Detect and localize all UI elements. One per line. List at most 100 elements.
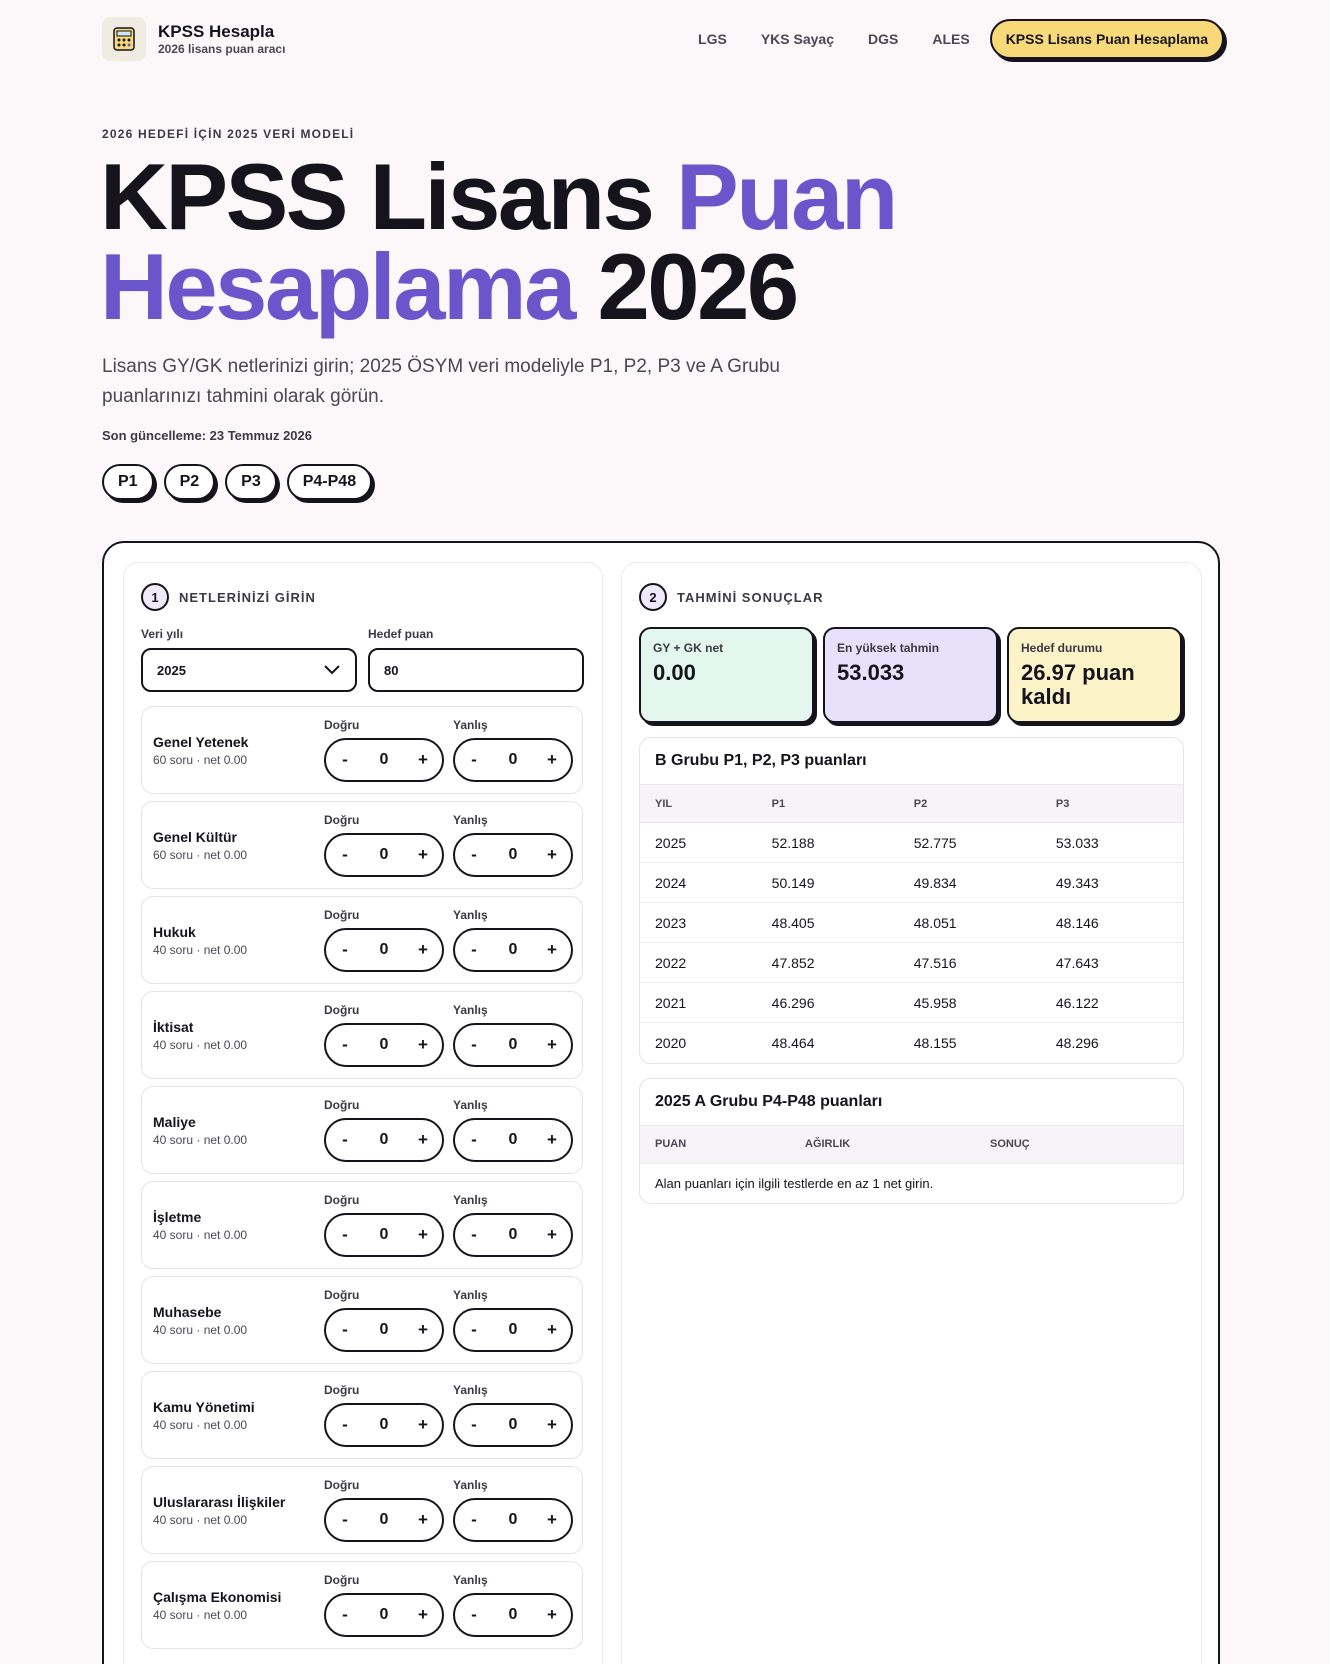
chip-p3[interactable]: P3 bbox=[225, 464, 277, 500]
minus-button[interactable]: - bbox=[338, 1320, 352, 1340]
wrong-stepper: - 0 + bbox=[453, 738, 573, 782]
correct-value[interactable]: 0 bbox=[380, 1226, 389, 1244]
plus-button[interactable]: + bbox=[416, 1320, 430, 1340]
results-panel-header: 2 TAHMİNİ SONUÇLAR bbox=[639, 583, 1201, 611]
minus-button[interactable]: - bbox=[338, 1130, 352, 1150]
plus-button[interactable]: + bbox=[545, 1225, 559, 1245]
calculator-icon[interactable] bbox=[102, 17, 146, 61]
plus-button[interactable]: + bbox=[545, 845, 559, 865]
stat-target-status: Hedef durumu 26.97 puan kaldı bbox=[1007, 627, 1182, 723]
correct-value[interactable]: 0 bbox=[380, 846, 389, 864]
subject-name: Muhasebe bbox=[153, 1304, 222, 1320]
plus-button[interactable]: + bbox=[416, 1510, 430, 1530]
plus-button[interactable]: + bbox=[545, 1320, 559, 1340]
table-cell: 47.852 bbox=[756, 942, 899, 983]
correct-value[interactable]: 0 bbox=[380, 1606, 389, 1624]
minus-button[interactable]: - bbox=[467, 940, 481, 960]
plus-button[interactable]: + bbox=[416, 845, 430, 865]
minus-button[interactable]: - bbox=[467, 1510, 481, 1530]
wrong-value[interactable]: 0 bbox=[509, 941, 518, 959]
correct-stepper: - 0 + bbox=[324, 1593, 444, 1637]
page-title: KPSS Lisans Puan Hesaplama 2026 bbox=[100, 150, 1000, 334]
minus-button[interactable]: - bbox=[467, 1035, 481, 1055]
plus-button[interactable]: + bbox=[416, 1035, 430, 1055]
correct-stepper: - 0 + bbox=[324, 738, 444, 782]
minus-button[interactable]: - bbox=[338, 1035, 352, 1055]
wrong-stepper: - 0 + bbox=[453, 1213, 573, 1257]
nav-link-dgs[interactable]: DGS bbox=[868, 31, 898, 47]
wrong-value[interactable]: 0 bbox=[509, 1321, 518, 1339]
plus-button[interactable]: + bbox=[416, 940, 430, 960]
table-cell: 2020 bbox=[655, 1034, 687, 1051]
wrong-value[interactable]: 0 bbox=[509, 1416, 518, 1434]
nav-link-ales[interactable]: ALES bbox=[932, 31, 969, 47]
year-select[interactable]: 2025 bbox=[141, 648, 357, 692]
correct-value[interactable]: 0 bbox=[380, 1416, 389, 1434]
plus-button[interactable]: + bbox=[416, 1415, 430, 1435]
minus-button[interactable]: - bbox=[338, 1415, 352, 1435]
wrong-value[interactable]: 0 bbox=[509, 1036, 518, 1054]
table-cell: 2024 bbox=[640, 862, 757, 903]
correct-value[interactable]: 0 bbox=[380, 751, 389, 769]
wrong-value[interactable]: 0 bbox=[509, 751, 518, 769]
chip-p1[interactable]: P1 bbox=[102, 464, 154, 500]
minus-button[interactable]: - bbox=[467, 1225, 481, 1245]
year-value: 2025 bbox=[157, 662, 186, 678]
subject-row: Hukuk 40 soru · net 0.00 Doğru Yanlış - 0 + - 0 + bbox=[141, 896, 583, 984]
column-header: SONUÇ bbox=[975, 1124, 1183, 1164]
correct-value[interactable]: 0 bbox=[380, 1036, 389, 1054]
brand[interactable]: KPSS Hesapla 2026 lisans puan aracı bbox=[158, 22, 285, 56]
main-nav: LGS YKS Sayaç DGS ALES KPSS Lisans Puan … bbox=[664, 19, 1224, 59]
plus-button[interactable]: + bbox=[545, 1130, 559, 1150]
nav-link-lgs[interactable]: LGS bbox=[698, 31, 727, 47]
correct-value[interactable]: 0 bbox=[380, 1321, 389, 1339]
minus-button[interactable]: - bbox=[338, 845, 352, 865]
minus-button[interactable]: - bbox=[338, 940, 352, 960]
plus-button[interactable]: + bbox=[545, 1415, 559, 1435]
correct-stepper: - 0 + bbox=[324, 1023, 444, 1067]
chip-p2[interactable]: P2 bbox=[163, 464, 216, 500]
minus-button[interactable]: - bbox=[467, 1415, 481, 1435]
wrong-value[interactable]: 0 bbox=[509, 1606, 518, 1624]
subject-name: İktisat bbox=[153, 1019, 194, 1035]
wrong-value[interactable]: 0 bbox=[509, 1226, 518, 1244]
minus-button[interactable]: - bbox=[467, 750, 481, 770]
plus-button[interactable]: + bbox=[545, 1605, 559, 1625]
wrong-value[interactable]: 0 bbox=[509, 846, 518, 864]
plus-button[interactable]: + bbox=[545, 940, 559, 960]
subject-row: Maliye 40 soru · net 0.00 Doğru Yanlış - 0 + - 0… bbox=[141, 1086, 583, 1174]
correct-value[interactable]: 0 bbox=[380, 1511, 389, 1529]
plus-button[interactable]: + bbox=[416, 1225, 430, 1245]
minus-button[interactable]: - bbox=[338, 1605, 352, 1625]
nav-cta-kpss-lisans[interactable]: KPSS Lisans Puan Hesaplama bbox=[989, 19, 1224, 59]
wrong-value[interactable]: 0 bbox=[509, 1511, 518, 1529]
results-panel: 2 TAHMİNİ SONUÇLAR GY + GK net 0.00 En y… bbox=[621, 562, 1202, 1664]
plus-button[interactable]: + bbox=[545, 1035, 559, 1055]
minus-button[interactable]: - bbox=[467, 1605, 481, 1625]
minus-button[interactable]: - bbox=[467, 1320, 481, 1340]
wrong-value[interactable]: 0 bbox=[509, 1131, 518, 1149]
stat-total-net: GY + GK net 0.00 bbox=[639, 627, 814, 723]
plus-button[interactable]: + bbox=[416, 1130, 430, 1150]
settings-row: Veri yılı 2025 Hedef puan 80 bbox=[141, 627, 602, 692]
table-cell: 47.643 bbox=[1040, 942, 1183, 983]
plus-button[interactable]: + bbox=[416, 1605, 430, 1625]
correct-value[interactable]: 0 bbox=[380, 941, 389, 959]
target-input[interactable]: 80 bbox=[368, 648, 584, 692]
chevron-down-icon bbox=[323, 660, 341, 681]
minus-button[interactable]: - bbox=[467, 1130, 481, 1150]
table-cell: 47.516 bbox=[898, 942, 1041, 983]
plus-button[interactable]: + bbox=[416, 750, 430, 770]
minus-button[interactable]: - bbox=[338, 1225, 352, 1245]
minus-button[interactable]: - bbox=[338, 1510, 352, 1530]
plus-button[interactable]: + bbox=[545, 1510, 559, 1530]
correct-stepper: - 0 + bbox=[324, 1498, 444, 1542]
chip-p4-p48[interactable]: P4-P48 bbox=[286, 464, 373, 500]
stat-highest-estimate: En yüksek tahmin 53.033 bbox=[823, 627, 998, 723]
nav-link-yks-sayac[interactable]: YKS Sayaç bbox=[761, 31, 834, 47]
correct-value[interactable]: 0 bbox=[380, 1131, 389, 1149]
minus-button[interactable]: - bbox=[338, 750, 352, 770]
plus-button[interactable]: + bbox=[545, 750, 559, 770]
subject-row: Genel Kültür 60 soru · net 0.00 Doğru Yanlı… bbox=[141, 801, 583, 889]
minus-button[interactable]: - bbox=[467, 845, 481, 865]
